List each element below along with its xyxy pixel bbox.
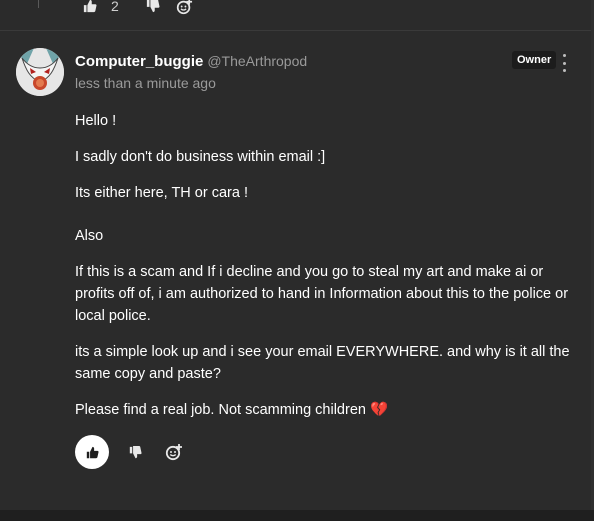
user-handle[interactable]: @TheArthropod [207, 53, 307, 69]
comment-paragraph: its a simple look up and i see your emai… [75, 344, 570, 382]
add-reaction-button[interactable] [164, 442, 184, 462]
like-button[interactable] [75, 435, 109, 469]
prev-dislike-button[interactable] [146, 0, 160, 13]
owner-badge: Owner [512, 51, 557, 69]
thread-line [38, 0, 39, 8]
previous-comment-actions: 2 [83, 0, 193, 17]
bottom-divider [0, 510, 594, 521]
avatar[interactable] [16, 48, 64, 96]
prev-like-button[interactable] [83, 0, 97, 13]
add-reaction-icon [176, 0, 192, 14]
thumbs-down-icon [146, 0, 160, 13]
thumbs-up-icon [83, 0, 97, 13]
dislike-button[interactable] [126, 443, 144, 461]
comment-paragraph: Please find a real job. Not scamming chi… [75, 402, 389, 418]
thumbs-up-icon [86, 446, 99, 458]
more-vertical-icon[interactable] [559, 54, 569, 72]
comment-divider [0, 30, 594, 31]
comment-paragraph: Its either here, TH or cara ! [75, 185, 248, 201]
prev-like-count: 2 [111, 0, 119, 14]
comment-paragraph: Also [75, 228, 104, 244]
comment-author[interactable]: Computer_buggie @TheArthropod [75, 53, 307, 70]
add-reaction-icon [165, 444, 182, 461]
avatar-image [16, 48, 64, 96]
prev-react-button[interactable] [176, 0, 193, 15]
comment-paragraph: I sadly don't do business within email :… [75, 149, 326, 165]
comment-paragraph: If this is a scam and If i decline and y… [75, 264, 569, 324]
comment-paragraph: Hello ! [75, 113, 117, 129]
comment-timestamp[interactable]: less than a minute ago [75, 75, 216, 91]
thumbs-down-icon [129, 445, 142, 458]
username[interactable]: Computer_buggie [75, 53, 203, 70]
